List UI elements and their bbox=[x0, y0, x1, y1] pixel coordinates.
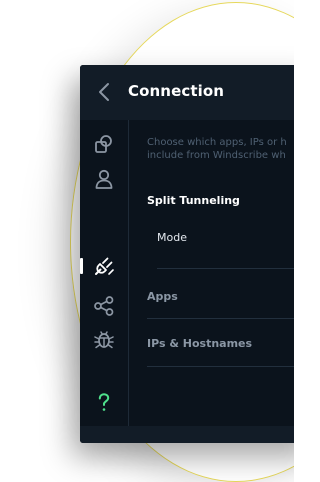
main-content: Choose which apps, IPs or h include from… bbox=[129, 120, 294, 426]
split-tunneling-title: Split Tunneling bbox=[147, 194, 240, 207]
active-indicator bbox=[80, 258, 83, 274]
stage: Connection Choose which apps, IPs or h i… bbox=[0, 0, 294, 482]
bug-icon[interactable] bbox=[93, 328, 115, 350]
header: Connection bbox=[80, 65, 294, 120]
app-window: Connection Choose which apps, IPs or h i… bbox=[80, 65, 294, 443]
footer-bar bbox=[80, 426, 294, 443]
share-icon[interactable] bbox=[93, 295, 115, 317]
hosts-divider bbox=[147, 366, 294, 367]
help-icon[interactable] bbox=[93, 391, 115, 413]
user-icon[interactable] bbox=[93, 168, 115, 190]
ips-hostnames-row[interactable]: IPs & Hostnames bbox=[147, 337, 252, 350]
mode-row[interactable]: Mode bbox=[157, 231, 187, 244]
apps-row[interactable]: Apps bbox=[147, 290, 178, 303]
back-chevron-icon[interactable] bbox=[94, 81, 114, 103]
plug-icon[interactable] bbox=[93, 255, 115, 277]
apps-divider bbox=[147, 318, 294, 319]
shapes-icon[interactable] bbox=[93, 133, 115, 155]
sidebar bbox=[80, 120, 129, 443]
description-line-2: include from Windscribe wh bbox=[147, 150, 286, 161]
split-tunnel-description: Choose which apps, IPs or h include from… bbox=[147, 136, 287, 162]
page-title: Connection bbox=[128, 82, 225, 100]
mode-divider bbox=[157, 268, 294, 269]
description-line-1: Choose which apps, IPs or h bbox=[147, 137, 287, 148]
